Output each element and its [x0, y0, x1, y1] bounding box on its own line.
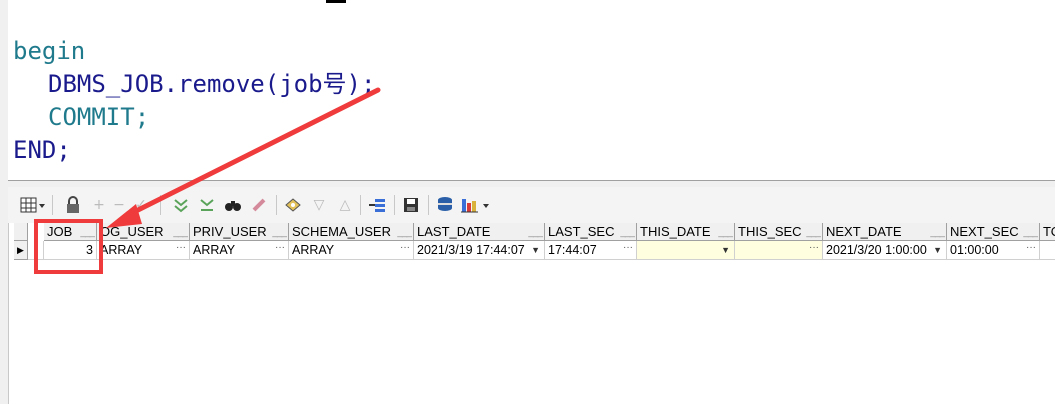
- annotation-arrow-icon: [106, 87, 381, 228]
